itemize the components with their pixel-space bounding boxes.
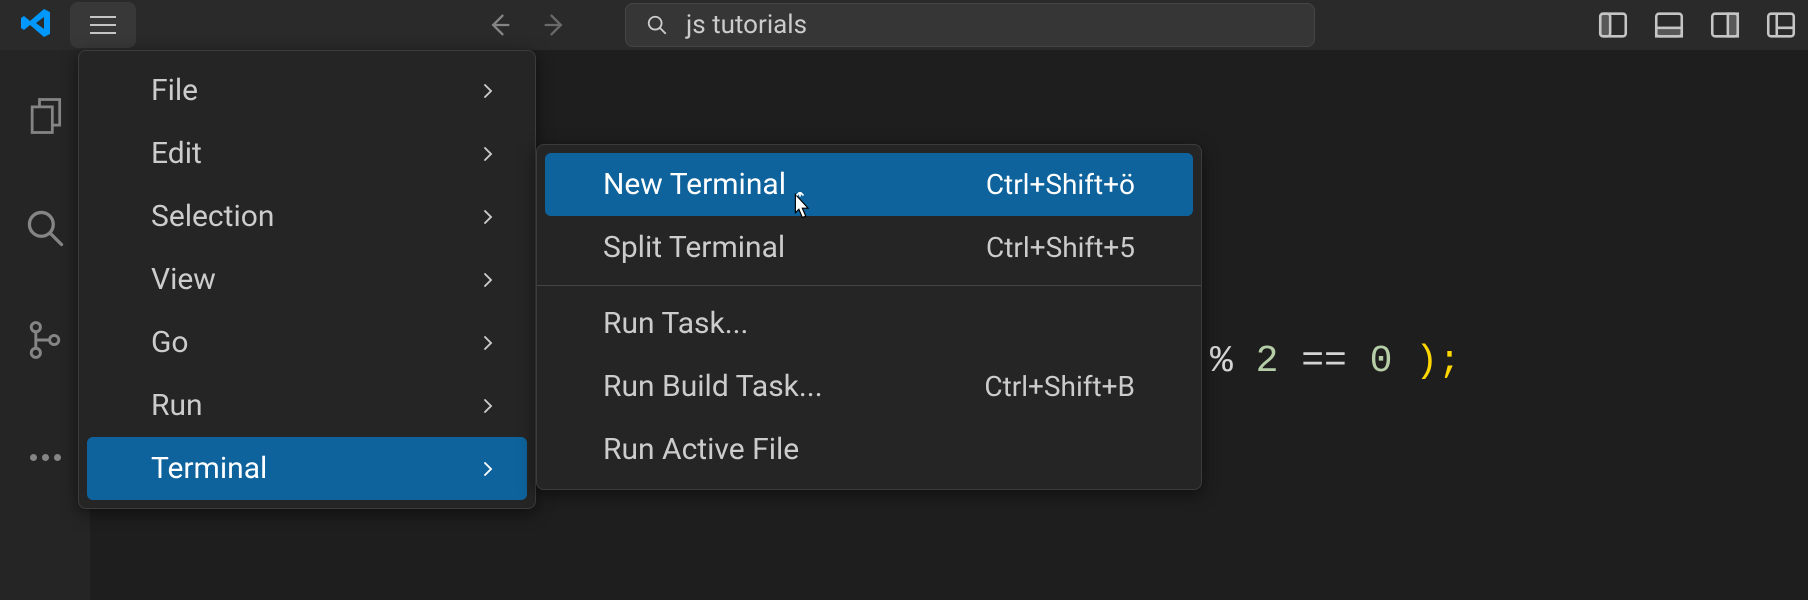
submenu-item-label: Run Active File [603, 432, 799, 467]
submenu-item-run-task[interactable]: Run Task... [537, 292, 1201, 355]
submenu-item-split-terminal[interactable]: Split Terminal Ctrl+Shift+5 [537, 216, 1201, 279]
titlebar: js tutorials [0, 0, 1808, 50]
menu-item-terminal[interactable]: Terminal [87, 437, 527, 500]
menu-item-label: Run [151, 388, 203, 423]
search-icon [646, 14, 668, 36]
chevron-right-icon [479, 271, 497, 289]
customize-layout-icon[interactable] [1764, 8, 1798, 42]
chevron-right-icon [479, 208, 497, 226]
menu-item-label: Edit [151, 136, 202, 171]
chevron-right-icon [479, 460, 497, 478]
submenu-divider [537, 285, 1201, 286]
menu-item-label: Terminal [151, 451, 267, 486]
ellipsis-icon [30, 454, 61, 461]
submenu-item-shortcut: Ctrl+Shift+B [984, 370, 1135, 403]
chevron-right-icon [479, 145, 497, 163]
hamburger-icon [90, 16, 116, 34]
submenu-item-label: Run Task... [603, 306, 748, 341]
submenu-item-label: Run Build Task... [603, 369, 823, 404]
explorer-activity[interactable] [19, 90, 71, 142]
source-control-activity[interactable] [19, 314, 71, 366]
menu-item-file[interactable]: File [79, 59, 535, 122]
editor-code-fragment: % 2 == 0 ); [1210, 340, 1461, 383]
submenu-item-new-terminal[interactable]: New Terminal Ctrl+Shift+ö [545, 153, 1193, 216]
menu-item-label: File [151, 73, 198, 108]
menu-item-selection[interactable]: Selection [79, 185, 535, 248]
submenu-item-run-build-task[interactable]: Run Build Task... Ctrl+Shift+B [537, 355, 1201, 418]
search-activity[interactable] [19, 202, 71, 254]
main-menu-dropdown: File Edit Selection View Go Run Termin [78, 50, 536, 509]
layout-icons [1596, 8, 1798, 42]
toggle-secondary-sidebar-icon[interactable] [1708, 8, 1742, 42]
source-control-icon [23, 318, 67, 362]
menu-item-edit[interactable]: Edit [79, 122, 535, 185]
chevron-right-icon [479, 397, 497, 415]
menu-item-label: Go [151, 325, 189, 360]
submenu-item-label: Split Terminal [603, 230, 785, 265]
menu-item-label: View [151, 262, 216, 297]
menu-item-go[interactable]: Go [79, 311, 535, 374]
nav-back-icon[interactable] [485, 11, 513, 39]
hamburger-menu-button[interactable] [70, 2, 136, 48]
submenu-item-shortcut: Ctrl+Shift+ö [986, 168, 1135, 201]
search-box[interactable]: js tutorials [625, 3, 1315, 47]
chevron-right-icon [479, 334, 497, 352]
toggle-panel-icon[interactable] [1652, 8, 1686, 42]
more-activity[interactable] [19, 426, 71, 478]
nav-forward-icon[interactable] [541, 11, 569, 39]
nav-arrows [485, 11, 569, 39]
submenu-item-label: New Terminal [603, 167, 786, 202]
search-icon [23, 206, 67, 250]
chevron-right-icon [479, 82, 497, 100]
toggle-primary-sidebar-icon[interactable] [1596, 8, 1630, 42]
search-text: js tutorials [686, 10, 807, 40]
menu-item-run[interactable]: Run [79, 374, 535, 437]
activity-bar [0, 50, 90, 600]
menu-item-view[interactable]: View [79, 248, 535, 311]
menu-item-label: Selection [151, 199, 274, 234]
vscode-logo-icon [18, 5, 54, 45]
submenu-item-shortcut: Ctrl+Shift+5 [986, 231, 1135, 264]
terminal-submenu: New Terminal Ctrl+Shift+ö Split Terminal… [536, 144, 1202, 490]
files-icon [23, 94, 67, 138]
submenu-item-run-active-file[interactable]: Run Active File [537, 418, 1201, 481]
